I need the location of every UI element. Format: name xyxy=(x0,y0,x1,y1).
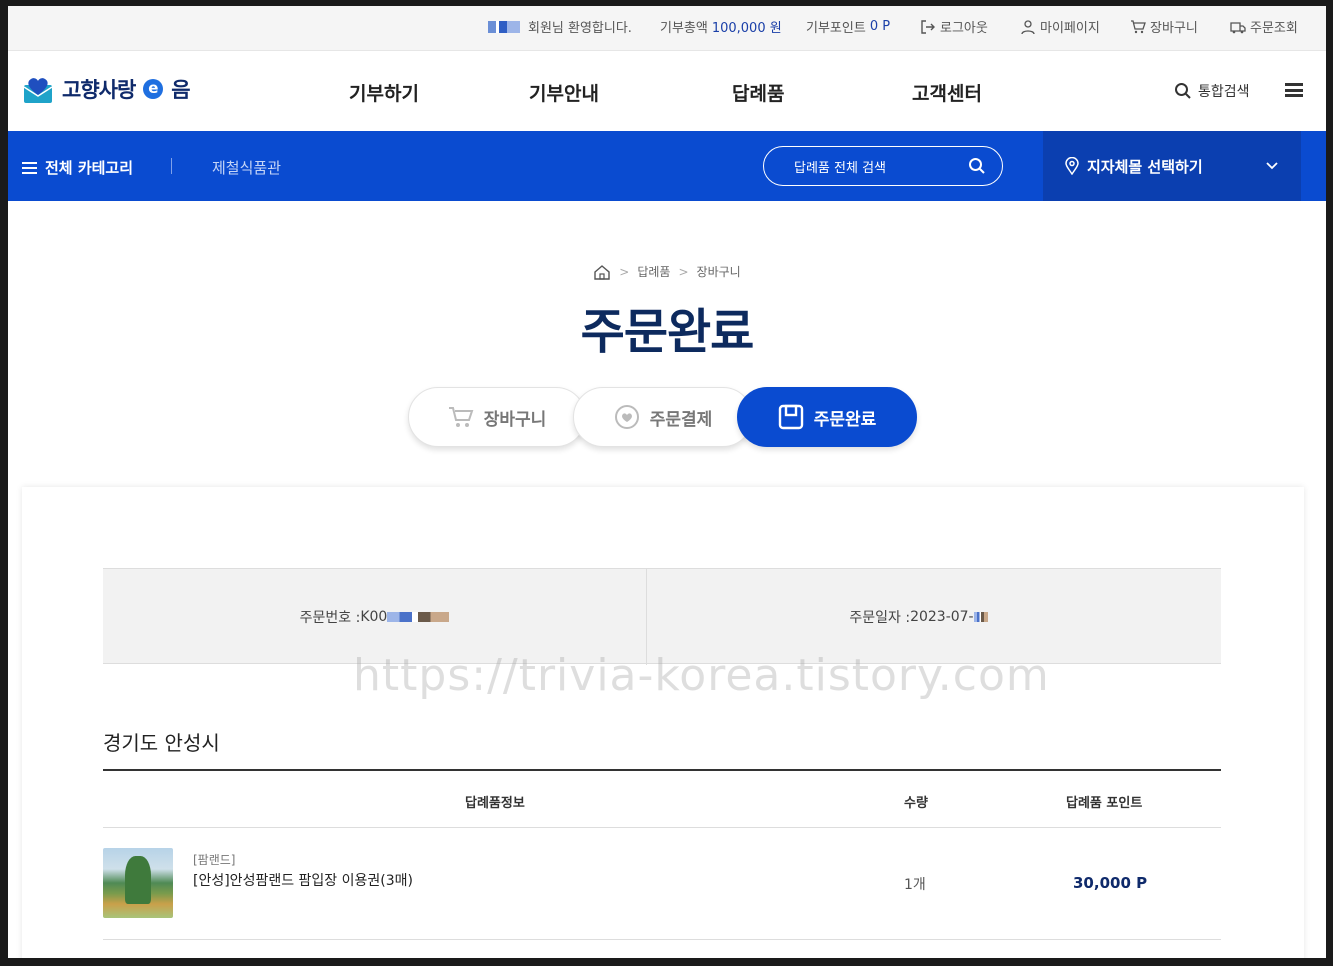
save-icon xyxy=(778,404,803,430)
page-title: 주문완료 xyxy=(580,304,755,360)
header-quantity: 수량 xyxy=(904,796,928,811)
location-pin-icon xyxy=(1065,157,1079,175)
welcome-message: 회원님 환영합니다. xyxy=(488,17,632,36)
hamburger-icon xyxy=(22,161,37,174)
user-icon xyxy=(1021,19,1035,34)
menu-icon[interactable] xyxy=(1285,83,1303,97)
masked-order-date xyxy=(973,612,988,622)
header-points: 답례품 포인트 xyxy=(1066,796,1143,811)
breadcrumb-separator: > xyxy=(619,264,630,279)
donation-total: 기부총액 100,000 원 xyxy=(660,21,782,36)
all-category-button[interactable]: 전체 카테고리 xyxy=(22,157,133,178)
mypage-link[interactable]: 마이페이지 xyxy=(1020,17,1100,36)
category-bar: 전체 카테고리 제철식품관 답례품 전체 검색 지자체몰 선택하기 xyxy=(8,131,1326,201)
logo-e-mark: e xyxy=(143,79,164,99)
utility-bar: 회원님 환영합니다. 기부총액 100,000 원 기부포인트 0 P 로그아웃… xyxy=(8,6,1326,51)
table-header: 답례품정보 수량 답례품 포인트 xyxy=(103,771,1221,828)
nav-donation-guide[interactable]: 기부안내 xyxy=(529,79,599,106)
product-quantity: 1개 xyxy=(904,877,926,893)
order-items-table: 답례품정보 수량 답례품 포인트 [팜랜드] [안성]안성팜랜드 팜입장 이용권… xyxy=(103,769,1221,940)
donation-points: 기부포인트 0 P xyxy=(806,19,891,36)
breadcrumb-item-gifts[interactable]: 답례품 xyxy=(637,263,670,280)
logo-text: 고향사랑 xyxy=(62,78,136,102)
nav-gifts[interactable]: 답례품 xyxy=(732,79,784,106)
product-thumbnail[interactable] xyxy=(103,848,173,918)
region-select-dropdown[interactable]: 지자체몰 선택하기 xyxy=(1043,131,1301,201)
nav-donate[interactable]: 기부하기 xyxy=(349,79,419,106)
seasonal-food-link[interactable]: 제철식품관 xyxy=(212,157,281,178)
cart-icon xyxy=(448,407,474,427)
breadcrumb: > 답례품 > 장바구니 xyxy=(8,263,1326,280)
divider xyxy=(171,158,172,174)
heart-mail-logo-icon xyxy=(23,78,53,103)
search-icon xyxy=(1175,83,1191,99)
header-gift-info: 답례품정보 xyxy=(465,796,525,811)
logo-text-suffix: 음 xyxy=(171,78,190,102)
masked-username xyxy=(488,20,520,33)
truck-icon xyxy=(1230,21,1246,33)
logout-link[interactable]: 로그아웃 xyxy=(920,17,988,36)
logout-icon xyxy=(921,19,935,34)
site-logo[interactable]: 고향사랑 e 음 xyxy=(22,73,191,105)
heart-icon xyxy=(614,405,639,429)
nav-customer-center[interactable]: 고객센터 xyxy=(912,79,982,106)
masked-order-number xyxy=(387,612,450,622)
product-name[interactable]: [안성]안성팜랜드 팜입장 이용권(3매) xyxy=(193,870,413,890)
step-payment: 주문결제 xyxy=(573,387,753,447)
product-points: 30,000 P xyxy=(1073,874,1148,892)
main-header: 고향사랑 e 음 기부하기 기부안내 답례품 고객센터 통합검색 xyxy=(8,51,1326,131)
cart-icon xyxy=(1131,19,1146,33)
home-icon[interactable] xyxy=(593,264,611,280)
table-row: [팜랜드] [안성]안성팜랜드 팜입장 이용권(3매) 1개 30,000 P xyxy=(103,828,1221,940)
page-frame: 회원님 환영합니다. 기부총액 100,000 원 기부포인트 0 P 로그아웃… xyxy=(8,6,1326,958)
search-icon[interactable] xyxy=(968,157,986,175)
step-cart: 장바구니 xyxy=(408,387,586,447)
cart-link[interactable]: 장바구니 xyxy=(1130,17,1198,36)
region-title: 경기도 안성시 xyxy=(103,731,220,755)
order-lookup-link[interactable]: 주문조회 xyxy=(1230,17,1298,36)
breadcrumb-separator: > xyxy=(678,264,689,279)
order-complete-card: 주문번호 : K00 주문일자 : 2023-07- 경기도 안성시 답례품정보… xyxy=(22,487,1304,958)
product-category: [팜랜드] xyxy=(193,853,236,867)
breadcrumb-item-cart[interactable]: 장바구니 xyxy=(697,263,741,280)
product-image-tree xyxy=(125,856,151,904)
watermark: https://trivia-korea.tistory.com xyxy=(353,650,1050,701)
integrated-search-button[interactable]: 통합검색 xyxy=(1174,81,1250,101)
chevron-down-icon xyxy=(1266,162,1278,170)
gift-search-input[interactable]: 답례품 전체 검색 xyxy=(763,146,1003,186)
step-complete: 주문완료 xyxy=(737,387,917,447)
